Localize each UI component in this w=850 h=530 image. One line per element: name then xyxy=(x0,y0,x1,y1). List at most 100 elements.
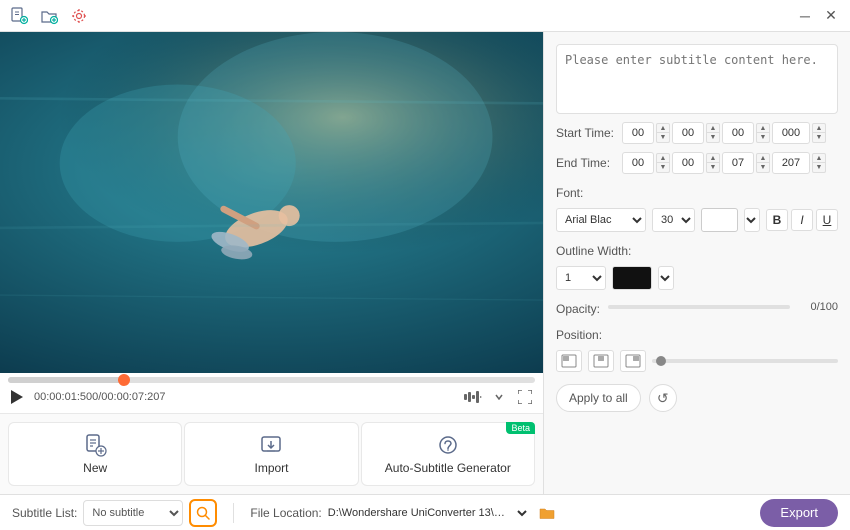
fullscreen-icon[interactable] xyxy=(515,387,535,407)
spin-up[interactable]: ▲ xyxy=(706,123,720,133)
minimize-button[interactable]: ─ xyxy=(794,5,816,27)
end-time-inputs: ▲ ▼ ▲ ▼ ▲ ▼ ▲ ▼ xyxy=(622,152,826,174)
search-button[interactable] xyxy=(189,499,217,527)
font-color-dropdown[interactable] xyxy=(744,208,760,232)
opacity-row: Opacity: 0/100 xyxy=(556,298,838,316)
position-top-right-button[interactable] xyxy=(620,350,646,372)
new-button[interactable]: New xyxy=(8,422,182,486)
spin-up[interactable]: ▲ xyxy=(756,153,770,163)
end-time-h[interactable] xyxy=(622,152,654,174)
spin-up[interactable]: ▲ xyxy=(756,123,770,133)
refresh-button[interactable]: ↺ xyxy=(649,384,677,412)
timeline-thumb[interactable] xyxy=(118,374,130,386)
outline-color-picker[interactable] xyxy=(612,266,652,290)
position-slider[interactable] xyxy=(652,359,838,363)
left-panel: 00:00:01:500/00:00:07:207 xyxy=(0,32,543,494)
position-top-center-button[interactable] xyxy=(588,350,614,372)
spin-down[interactable]: ▼ xyxy=(656,163,670,173)
start-time-h-spinner: ▲ ▼ xyxy=(656,123,670,143)
end-time-ms[interactable] xyxy=(772,152,810,174)
position-label: Position: xyxy=(556,328,838,342)
timeline-fill xyxy=(8,377,124,383)
outline-color-dropdown[interactable] xyxy=(658,266,674,290)
start-time-s[interactable] xyxy=(722,122,754,144)
new-icon xyxy=(83,433,107,457)
spin-up[interactable]: ▲ xyxy=(656,153,670,163)
subtitle-list-label: Subtitle List: xyxy=(12,506,77,520)
import-label: Import xyxy=(254,461,288,475)
status-bar: Subtitle List: No subtitle File Location… xyxy=(0,494,850,530)
spin-down[interactable]: ▼ xyxy=(756,163,770,173)
opacity-slider[interactable] xyxy=(608,305,790,309)
outline-width-select[interactable]: 1 2 3 xyxy=(556,266,606,290)
spin-up[interactable]: ▲ xyxy=(812,153,826,163)
file-path: D:\Wondershare UniConverter 13\SubEdite xyxy=(328,507,508,519)
subtitle-list-select[interactable]: No subtitle xyxy=(83,500,183,526)
auto-subtitle-label: Auto-Subtitle Generator xyxy=(385,461,511,475)
apply-all-button[interactable]: Apply to all xyxy=(556,384,641,412)
auto-subtitle-button[interactable]: Beta Auto-Subtitle Generator xyxy=(361,422,535,486)
start-time-ms[interactable] xyxy=(772,122,810,144)
audio-settings-icon[interactable] xyxy=(463,387,483,407)
add-file-icon[interactable] xyxy=(8,5,30,27)
new-label: New xyxy=(83,461,107,475)
spin-down[interactable]: ▼ xyxy=(706,163,720,173)
timeline[interactable] xyxy=(8,377,535,383)
start-time-m[interactable] xyxy=(672,122,704,144)
opacity-value: 0/100 xyxy=(798,301,838,313)
font-row: Arial Blac Arial Times New Roman 30 24 3… xyxy=(556,208,838,232)
bold-button[interactable]: B xyxy=(766,209,788,231)
end-time-ms-spinner: ▲ ▼ xyxy=(812,153,826,173)
format-buttons: B I U xyxy=(766,209,838,231)
chevron-down-icon[interactable] xyxy=(489,387,509,407)
divider xyxy=(233,503,234,523)
spin-up[interactable]: ▲ xyxy=(812,123,826,133)
start-time-ms-spinner: ▲ ▼ xyxy=(812,123,826,143)
folder-icon[interactable] xyxy=(536,502,558,524)
controls-left: 00:00:01:500/00:00:07:207 xyxy=(8,388,166,406)
font-family-select[interactable]: Arial Blac Arial Times New Roman xyxy=(556,208,646,232)
spin-down[interactable]: ▼ xyxy=(756,133,770,143)
font-size-select[interactable]: 30 24 36 48 xyxy=(652,208,695,232)
subtitle-input[interactable] xyxy=(556,44,838,114)
spin-down[interactable]: ▼ xyxy=(812,133,826,143)
main-content: 00:00:01:500/00:00:07:207 xyxy=(0,32,850,494)
play-button[interactable] xyxy=(8,388,26,406)
controls-row: 00:00:01:500/00:00:07:207 xyxy=(8,385,535,409)
import-button[interactable]: Import xyxy=(184,422,358,486)
time-display: 00:00:01:500/00:00:07:207 xyxy=(34,391,166,403)
font-label: Font: xyxy=(556,186,838,200)
settings-icon[interactable] xyxy=(68,5,90,27)
end-time-m[interactable] xyxy=(672,152,704,174)
auto-subtitle-icon xyxy=(436,433,460,457)
title-bar: ─ ✕ xyxy=(0,0,850,32)
controls-right xyxy=(463,387,535,407)
spin-down[interactable]: ▼ xyxy=(812,163,826,173)
file-location-section: File Location: D:\Wondershare UniConvert… xyxy=(250,501,557,525)
opacity-label: Opacity: xyxy=(556,302,600,316)
subtitle-list-section: Subtitle List: No subtitle xyxy=(12,499,217,527)
add-folder-icon[interactable] xyxy=(38,5,60,27)
window-controls: ─ ✕ xyxy=(794,5,842,27)
position-top-left-button[interactable] xyxy=(556,350,582,372)
import-icon xyxy=(259,433,283,457)
start-time-h[interactable] xyxy=(622,122,654,144)
start-time-m-spinner: ▲ ▼ xyxy=(706,123,720,143)
outline-row: 1 2 3 xyxy=(556,266,838,290)
spin-down[interactable]: ▼ xyxy=(706,133,720,143)
end-time-s[interactable] xyxy=(722,152,754,174)
italic-button[interactable]: I xyxy=(791,209,813,231)
file-location-label: File Location: xyxy=(250,506,321,520)
spin-down[interactable]: ▼ xyxy=(656,133,670,143)
underline-button[interactable]: U xyxy=(816,209,838,231)
file-location-dropdown[interactable] xyxy=(514,501,530,525)
close-button[interactable]: ✕ xyxy=(820,5,842,27)
start-time-s-spinner: ▲ ▼ xyxy=(756,123,770,143)
spin-up[interactable]: ▲ xyxy=(706,153,720,163)
font-color-picker[interactable] xyxy=(701,208,738,232)
position-slider-thumb xyxy=(656,356,666,366)
spin-up[interactable]: ▲ xyxy=(656,123,670,133)
action-buttons: New Import Beta xyxy=(0,413,543,494)
export-button[interactable]: Export xyxy=(760,499,838,527)
position-row xyxy=(556,350,838,372)
